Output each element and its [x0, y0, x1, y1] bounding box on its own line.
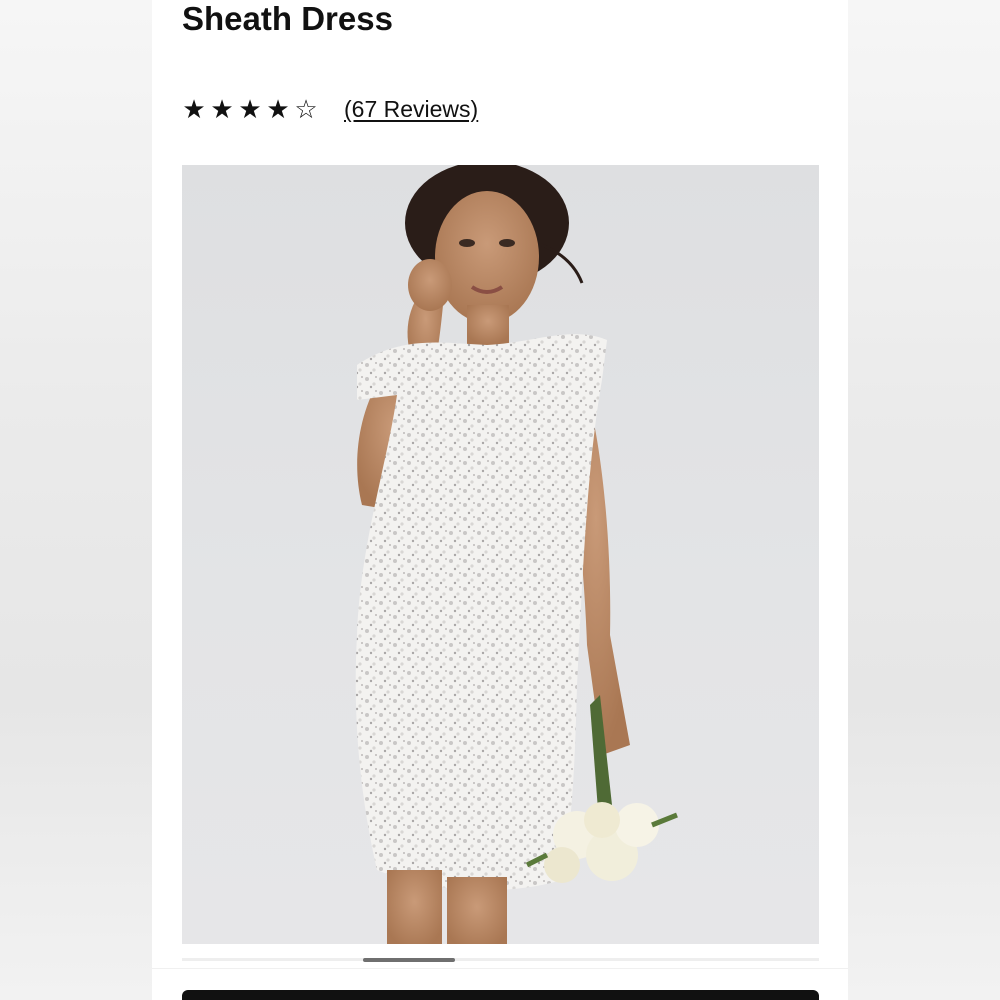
star-filled-icon: ★ [238, 94, 262, 124]
product-card: Women's Off-The-Shoulder Beaded Sheath D… [152, 0, 848, 1000]
add-to-bag-button[interactable] [182, 990, 819, 1000]
star-filled-icon: ★ [182, 94, 206, 124]
section-divider [152, 968, 848, 969]
model-photo-illustration [355, 165, 678, 944]
reviews-link[interactable]: (67 Reviews) [344, 96, 478, 123]
star-filled-icon: ★ [210, 94, 234, 124]
star-empty-icon: ☆ [294, 94, 318, 124]
carousel-scroll-thumb[interactable] [363, 958, 455, 962]
product-image[interactable] [182, 165, 819, 944]
rating-row: ★ ★ ★ ★ ☆ (67 Reviews) [182, 92, 478, 126]
star-filled-icon: ★ [266, 94, 290, 124]
right-background-blur [848, 0, 1000, 1000]
carousel-scroll-indicator[interactable] [182, 958, 819, 962]
star-rating: ★ ★ ★ ★ ☆ [182, 96, 318, 122]
left-background-blur [0, 0, 152, 1000]
product-title: Women's Off-The-Shoulder Beaded Sheath D… [182, 0, 393, 37]
